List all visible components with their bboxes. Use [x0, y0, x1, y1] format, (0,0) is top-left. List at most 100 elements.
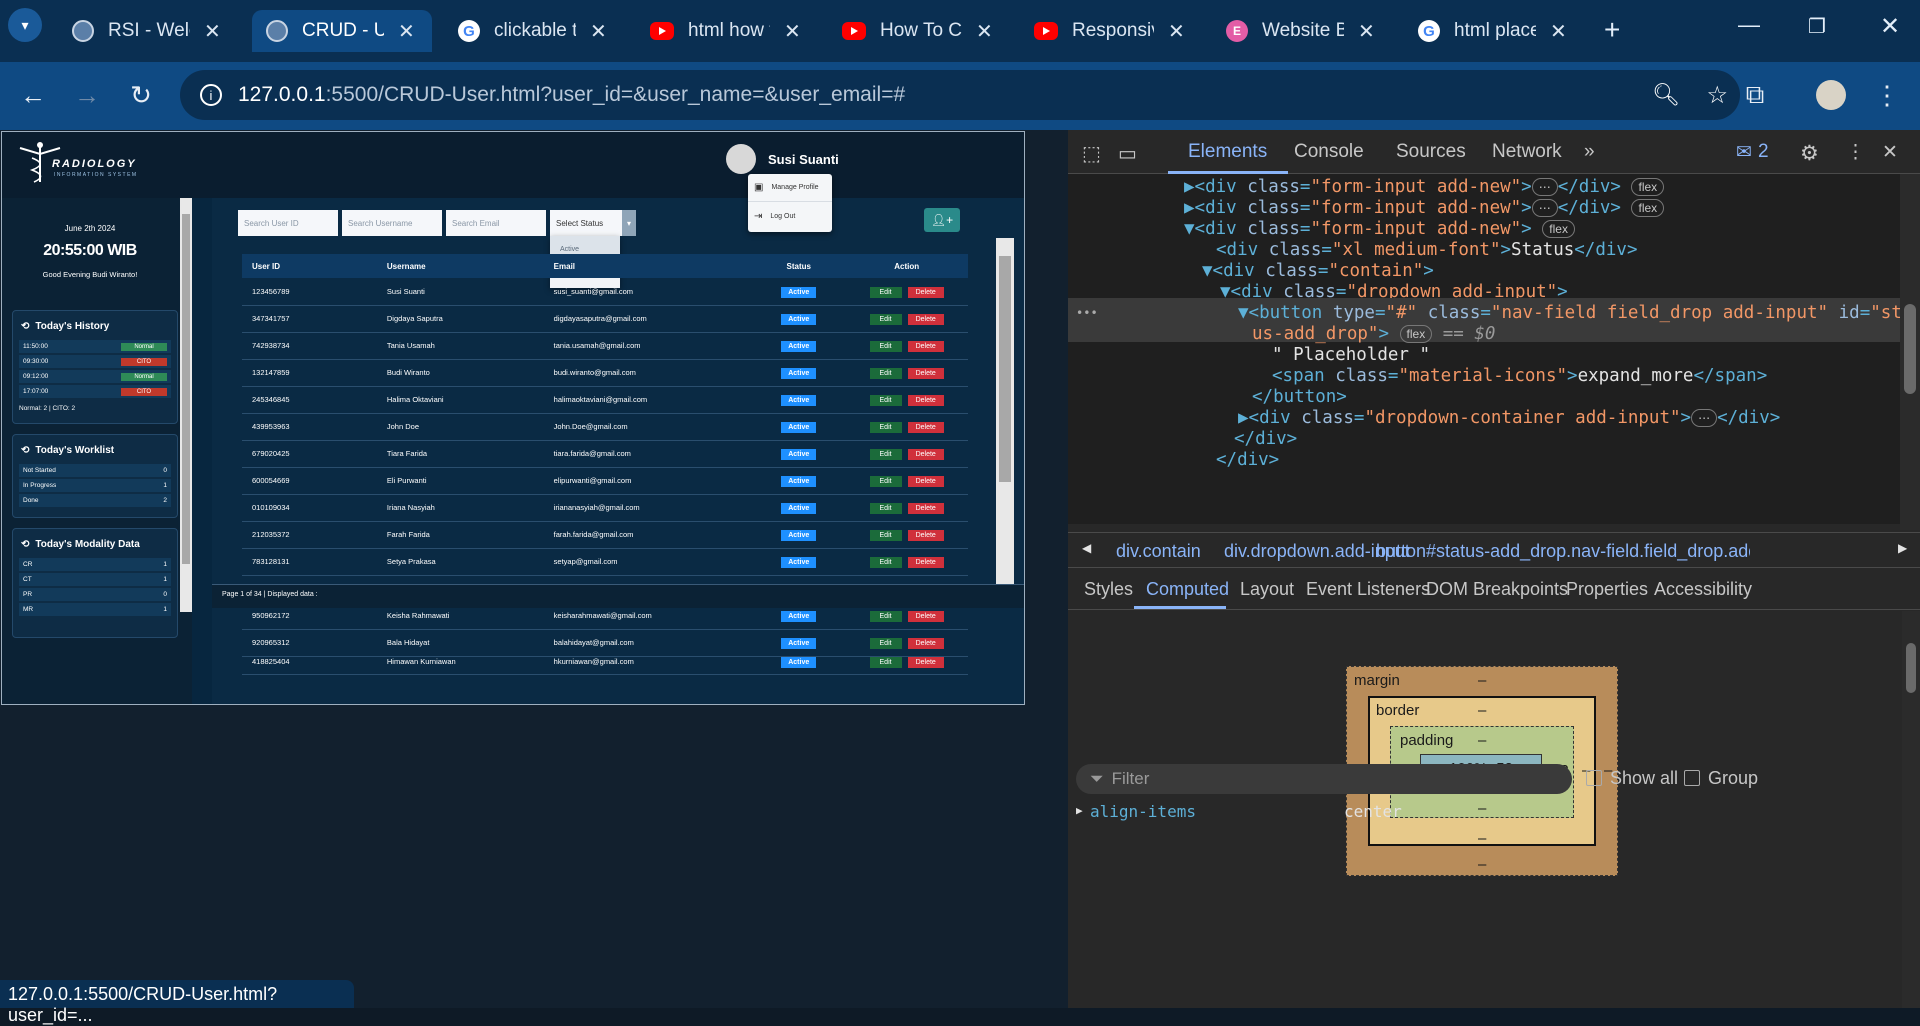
column-header[interactable]: Action	[845, 254, 968, 278]
crumb-contain[interactable]: div.contain	[1116, 541, 1201, 562]
tab-7[interactable]: Ghtml placeholder ✕	[1404, 10, 1584, 52]
logout-item[interactable]: ⇥ Log Out	[748, 202, 832, 230]
delete-button[interactable]: Delete	[907, 656, 944, 668]
edit-button[interactable]: Edit	[869, 395, 902, 406]
subtab-layout[interactable]: Layout	[1240, 579, 1294, 600]
show-all-checkbox[interactable]	[1586, 770, 1602, 786]
edit-button[interactable]: Edit	[869, 611, 902, 622]
manage-profile-item[interactable]: ▣ Manage Profile	[748, 174, 832, 202]
status-select[interactable]: Select Status ▾	[550, 210, 636, 236]
delete-button[interactable]: Delete	[907, 368, 944, 379]
minimize-button[interactable]: —	[1738, 12, 1760, 38]
table-row[interactable]: 418825404 Himawan Kurniawan hkurniawan@gma…	[242, 656, 968, 675]
table-row[interactable]: 212035372 Farah Farida farah.farida@gmail.…	[242, 521, 968, 549]
column-header[interactable]: Status	[752, 254, 846, 278]
close-icon[interactable]: ✕	[590, 19, 607, 44]
computed-property-row[interactable]: ▶ align-items center	[1076, 802, 1896, 826]
delete-button[interactable]: Delete	[907, 449, 944, 460]
delete-button[interactable]: Delete	[907, 395, 944, 406]
table-scrollbar[interactable]	[996, 238, 1014, 584]
delete-button[interactable]: Delete	[907, 638, 944, 649]
crumb-button[interactable]: button#status-add_drop.nav-field.field_d…	[1376, 541, 1750, 562]
delete-button[interactable]: Delete	[907, 476, 944, 487]
column-header[interactable]: Email	[543, 254, 753, 278]
subtab-computed[interactable]: Computed	[1146, 579, 1229, 600]
tab-6[interactable]: E Website Builder ✕	[1212, 10, 1392, 52]
header-username[interactable]: Susi Suanti	[768, 152, 839, 167]
chevron-down-icon[interactable]: ▾	[622, 210, 636, 236]
filter-input[interactable]: ⏷ Filter	[1076, 764, 1572, 794]
subtab-accessibility[interactable]: Accessibility	[1654, 579, 1752, 600]
issues-count[interactable]: 2	[1758, 141, 1769, 163]
edit-button[interactable]: Edit	[869, 286, 902, 298]
table-row[interactable]: 347341757 Digdaya Saputra digdayasaputra@g…	[242, 305, 968, 333]
new-tab-button[interactable]: +	[1604, 14, 1620, 46]
tab-console[interactable]: Console	[1294, 141, 1364, 163]
table-row[interactable]: 132147859 Budi Wiranto budi.wiranto@gmail.…	[242, 359, 968, 387]
tab-elements[interactable]: Elements	[1188, 141, 1267, 163]
close-devtools-icon[interactable]: ✕	[1882, 141, 1898, 164]
subtab-properties[interactable]: Properties	[1566, 579, 1648, 600]
expand-icon[interactable]: ▶	[1076, 804, 1083, 817]
delete-button[interactable]: Delete	[907, 530, 944, 541]
site-info-icon[interactable]: i	[200, 84, 222, 106]
edit-button[interactable]: Edit	[869, 422, 902, 433]
inspect-element-icon[interactable]: ⬚	[1082, 141, 1101, 166]
delete-button[interactable]: Delete	[907, 314, 944, 325]
table-row[interactable]: 123456789 Susi Suanti susi_suanti@gmail.co…	[242, 278, 968, 306]
dom-node[interactable]: ▶<div class="dropdown-container add-inpu…	[1238, 405, 1780, 431]
column-header[interactable]: User ID	[242, 254, 377, 278]
table-row[interactable]: 742938734 Tania Usamah tania.usamah@gmail.…	[242, 332, 968, 360]
close-icon[interactable]: ✕	[204, 19, 221, 44]
edit-button[interactable]: Edit	[869, 656, 902, 668]
edit-button[interactable]: Edit	[869, 638, 902, 649]
subtab-dom-breakpoints[interactable]: DOM Breakpoints	[1426, 579, 1568, 600]
search-email-input[interactable]: Search Email	[446, 210, 546, 236]
delete-button[interactable]: Delete	[907, 503, 944, 514]
table-row[interactable]: 439953963 John Doe John.Doe@gmail.com Activ…	[242, 413, 968, 441]
tab-0[interactable]: RSI - Welcome ✕	[58, 10, 238, 52]
search-username-input[interactable]: Search Username	[342, 210, 442, 236]
edit-button[interactable]: Edit	[869, 449, 902, 460]
issues-icon[interactable]: ✉	[1736, 141, 1752, 164]
edit-button[interactable]: Edit	[869, 530, 902, 541]
delete-button[interactable]: Delete	[907, 286, 944, 298]
tab-4[interactable]: How To Change ✕	[828, 10, 1008, 52]
column-header[interactable]: Username	[376, 254, 544, 278]
tab-2[interactable]: Gclickable table ✕	[444, 10, 624, 52]
sidebar-scrollbar[interactable]	[180, 198, 192, 612]
device-toolbar-icon[interactable]: ▭	[1118, 141, 1137, 166]
tab-search-button[interactable]: ▾	[8, 8, 42, 42]
edit-button[interactable]: Edit	[869, 368, 902, 379]
table-row[interactable]: 920965312 Bala Hidayat balahidayat@gmail.c…	[242, 629, 968, 657]
dom-scrollbar[interactable]	[1900, 174, 1920, 530]
search-user-id-input[interactable]: Search User ID	[238, 210, 338, 236]
table-row[interactable]: 679020425 Tiara Farida tiara.farida@gmail.…	[242, 440, 968, 468]
settings-gear-icon[interactable]: ⚙	[1800, 141, 1819, 166]
dom-node[interactable]: </div>	[1216, 447, 1279, 473]
table-row[interactable]: 783128131 Setya Prakasa setyap@gmail.com Ac…	[242, 548, 968, 576]
delete-button[interactable]: Delete	[907, 341, 944, 352]
add-user-button[interactable]: 👤︎+	[924, 208, 960, 232]
close-icon[interactable]: ✕	[1550, 19, 1567, 44]
edit-button[interactable]: Edit	[869, 314, 902, 325]
tab-3[interactable]: html how to ✕	[636, 10, 816, 52]
maximize-button[interactable]: ❐	[1808, 14, 1826, 39]
user-avatar[interactable]	[726, 144, 756, 174]
close-icon[interactable]: ✕	[976, 19, 993, 44]
back-button[interactable]: ←	[16, 78, 50, 112]
close-window-button[interactable]: ✕	[1880, 12, 1900, 41]
subtab-event-listeners[interactable]: Event Listeners	[1306, 579, 1430, 600]
table-row[interactable]: 010109034 Iriana Nasyiah iriananasyiah@gma…	[242, 494, 968, 522]
edit-button[interactable]: Edit	[869, 557, 902, 568]
tab-1[interactable]: CRUD - User ✕	[252, 10, 432, 52]
reload-button[interactable]: ↻	[124, 78, 158, 112]
subtab-styles[interactable]: Styles	[1084, 579, 1133, 600]
devtools-menu-icon[interactable]: ⋮	[1846, 141, 1865, 164]
tab-5[interactable]: Responsive ✕	[1020, 10, 1200, 52]
zoom-icon[interactable]: 🔍︎	[1652, 82, 1680, 108]
edit-button[interactable]: Edit	[869, 341, 902, 352]
delete-button[interactable]: Delete	[907, 422, 944, 433]
delete-button[interactable]: Delete	[907, 557, 944, 568]
close-icon[interactable]: ✕	[1358, 19, 1375, 44]
